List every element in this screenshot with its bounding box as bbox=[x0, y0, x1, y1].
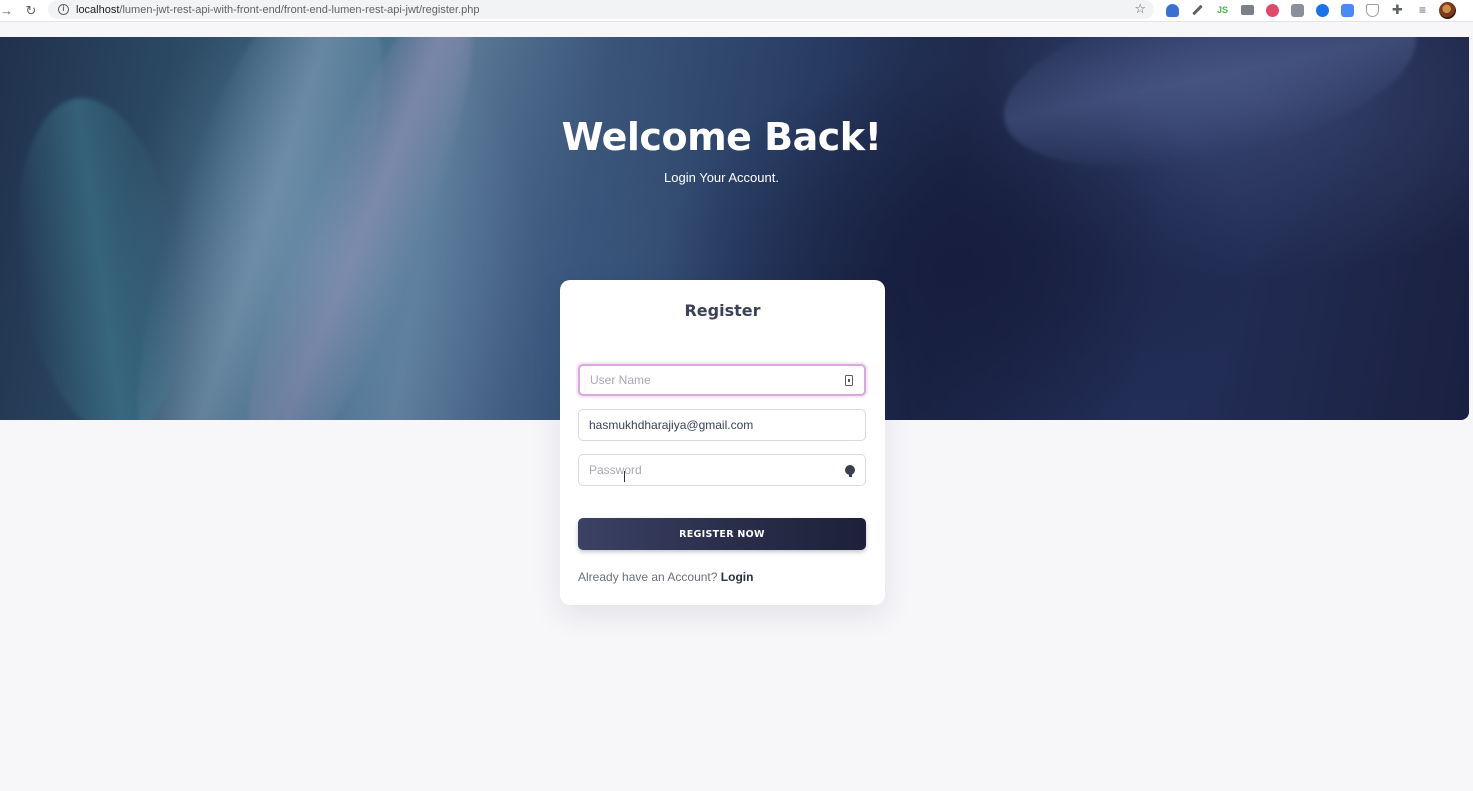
register-now-button[interactable]: REGISTER NOW bbox=[578, 518, 866, 550]
js-icon[interactable]: JS bbox=[1210, 0, 1235, 20]
adblock-icon[interactable] bbox=[1260, 0, 1285, 20]
eyedropper-icon[interactable] bbox=[1185, 0, 1210, 20]
puzzle-icon[interactable]: ✚ bbox=[1385, 0, 1410, 20]
hero-title: Welcome Back! bbox=[561, 115, 882, 159]
address-bar[interactable]: i localhost/lumen-jwt-rest-api-with-fron… bbox=[48, 0, 1154, 19]
translate-icon[interactable] bbox=[1335, 0, 1360, 20]
address-url[interactable]: localhost/lumen-jwt-rest-api-with-front-… bbox=[76, 4, 480, 16]
back-arrow-icon[interactable]: → bbox=[0, 0, 14, 22]
login-prompt-text: Already have an Account? bbox=[578, 570, 718, 584]
user-badge-icon[interactable] bbox=[1160, 0, 1185, 20]
hero-subtitle: Login Your Account. bbox=[664, 170, 779, 185]
camera-icon[interactable] bbox=[1235, 0, 1260, 20]
profile-avatar[interactable] bbox=[1435, 0, 1460, 20]
globe-icon[interactable] bbox=[1310, 0, 1335, 20]
bookmark-star-icon[interactable]: ☆ bbox=[1134, 1, 1146, 17]
key-icon bbox=[845, 464, 855, 477]
url-host: localhost bbox=[76, 3, 120, 16]
url-path: /lumen-jwt-rest-api-with-front-end/front… bbox=[119, 3, 480, 16]
id-card-icon bbox=[844, 374, 854, 386]
card-title: Register bbox=[684, 301, 761, 320]
extension-toolbar: JS ✚ ≡ bbox=[1160, 0, 1460, 20]
username-input[interactable] bbox=[590, 373, 838, 387]
email-field[interactable] bbox=[578, 409, 866, 441]
login-link[interactable]: Login bbox=[721, 570, 754, 584]
reader-icon[interactable] bbox=[1285, 0, 1310, 20]
media-queue-icon[interactable]: ≡ bbox=[1410, 0, 1435, 20]
shield-icon[interactable] bbox=[1360, 0, 1385, 20]
password-field[interactable] bbox=[578, 454, 866, 486]
email-input[interactable] bbox=[589, 418, 855, 432]
reload-icon[interactable]: ↻ bbox=[20, 0, 42, 22]
login-prompt: Already have an Account? Login bbox=[578, 570, 753, 584]
username-field[interactable] bbox=[578, 364, 866, 396]
register-card: Register REGISTER NOW Already have an Ac… bbox=[560, 280, 885, 605]
browser-toolbar: → ↻ i localhost/lumen-jwt-rest-api-with-… bbox=[0, 0, 1473, 22]
site-info-icon[interactable]: i bbox=[58, 4, 69, 15]
password-input[interactable] bbox=[589, 463, 839, 477]
